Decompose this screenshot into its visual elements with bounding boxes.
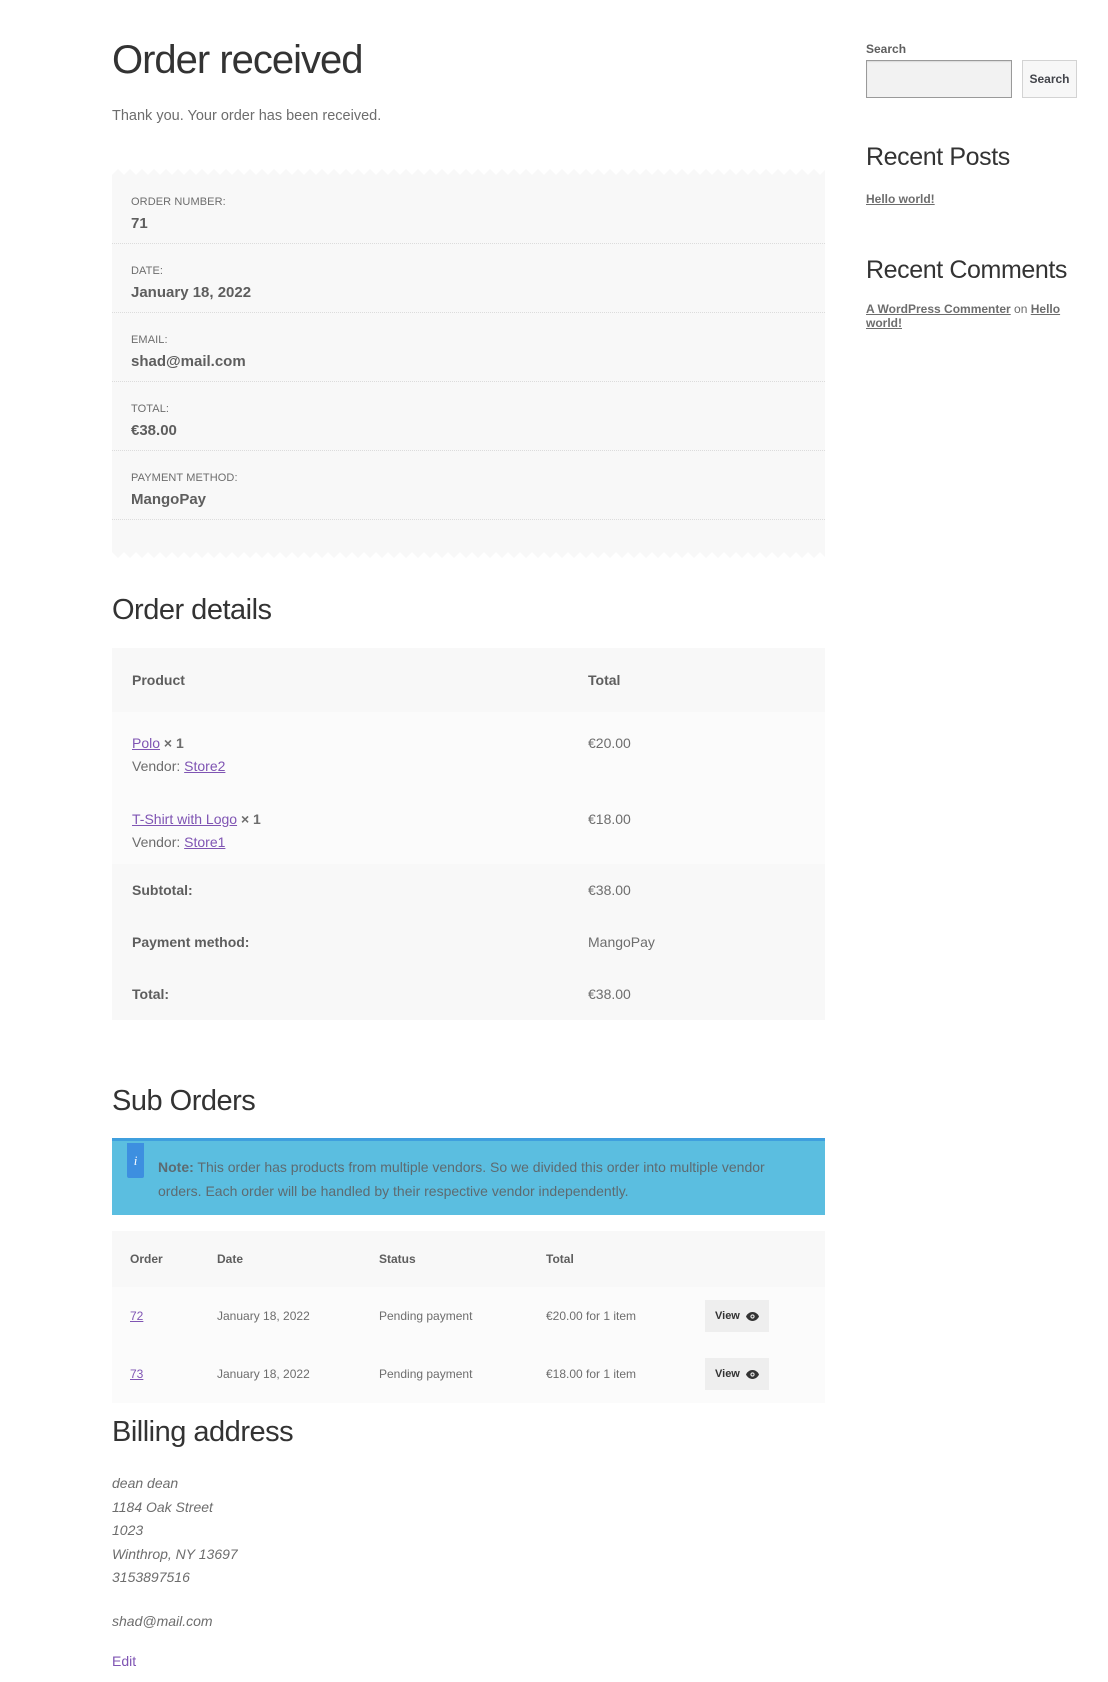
overview-payment-method: Payment method: MangoPay (112, 451, 825, 520)
column-header-product: Product (132, 672, 185, 688)
sub-order-link[interactable]: 73 (130, 1367, 143, 1381)
view-order-button[interactable]: View (705, 1300, 769, 1332)
order-cell: 72 (112, 1287, 217, 1345)
overview-label: Payment method: (131, 472, 238, 484)
payment-method-row: Payment method: MangoPay (112, 916, 825, 968)
totals-value: €38.00 (588, 882, 631, 898)
totals-label: Total: (132, 986, 170, 1002)
product-link[interactable]: Polo (132, 735, 160, 751)
view-button-label: View (715, 1368, 740, 1380)
overview-value: shad@mail.com (131, 353, 246, 370)
eye-icon (745, 1311, 759, 1321)
order-details-table: Product Total Polo × 1 Vendor: Store2 €2… (112, 648, 825, 1020)
overview-value: €38.00 (131, 422, 177, 439)
total-row: Total: €38.00 (112, 968, 825, 1020)
recent-post-link[interactable]: Hello world! (866, 192, 935, 206)
overview-value: 71 (131, 215, 148, 232)
order-status: Pending payment (379, 1367, 473, 1381)
product-cell: Polo × 1 Vendor: Store2 (112, 712, 568, 788)
billing-email: shad@mail.com (112, 1612, 213, 1629)
recent-posts-title: Recent Posts (866, 143, 1010, 171)
recent-comments-title: Recent Comments (866, 256, 1068, 284)
overview-label: Total: (131, 403, 170, 415)
column-header-total: Total (588, 672, 621, 688)
order-actions: View (705, 1345, 825, 1403)
product-total: €20.00 (588, 735, 631, 751)
totals-value: MangoPay (588, 934, 655, 950)
overview-label: Order number: (131, 196, 226, 208)
subtotal-row: Subtotal: €38.00 (112, 864, 825, 916)
search-input[interactable] (866, 60, 1012, 98)
column-header-order: Order (130, 1252, 163, 1266)
vendor-label: Vendor: (132, 758, 181, 774)
product-cell: T-Shirt with Logo × 1 Vendor: Store1 (112, 788, 568, 864)
page-title: Order received (112, 38, 364, 82)
table-row: T-Shirt with Logo × 1 Vendor: Store1 €18… (112, 788, 825, 864)
billing-address-line-2: 1023 (112, 1522, 144, 1538)
product-link[interactable]: T-Shirt with Logo (132, 811, 237, 827)
totals-label: Payment method: (132, 934, 250, 950)
column-header-date: Date (217, 1252, 244, 1266)
edit-address-link[interactable]: Edit (112, 1653, 136, 1669)
search-label: Search (866, 42, 907, 56)
overview-label: Date: (131, 265, 164, 277)
overview-value: January 18, 2022 (131, 284, 252, 301)
order-date: January 18, 2022 (217, 1309, 310, 1323)
sub-order-link[interactable]: 72 (130, 1309, 143, 1323)
table-row: Polo × 1 Vendor: Store2 €20.00 (112, 712, 825, 788)
notice-body: This order has products from multiple ve… (158, 1159, 765, 1199)
view-button-label: View (715, 1310, 740, 1322)
product-quantity: × 1 (240, 811, 261, 827)
zigzag-edge-bottom (112, 552, 825, 560)
overview-date: Date: January 18, 2022 (112, 244, 825, 313)
column-header-status: Status (379, 1252, 416, 1266)
vendor-link[interactable]: Store1 (184, 834, 225, 850)
overview-email: Email: shad@mail.com (112, 313, 825, 382)
totals-value: €38.00 (588, 986, 631, 1002)
eye-icon (745, 1369, 759, 1379)
zigzag-edge-top (112, 167, 825, 175)
vendor-link[interactable]: Store2 (184, 758, 225, 774)
sub-orders-title: Sub Orders (112, 1085, 256, 1117)
table-header-row: Order Date Status Total (112, 1231, 825, 1287)
product-total: €18.00 (588, 811, 631, 827)
billing-address-title: Billing address (112, 1416, 294, 1448)
order-cell: 73 (112, 1345, 217, 1403)
overview-total: Total: €38.00 (112, 382, 825, 451)
notice-text: Note: This order has products from multi… (158, 1155, 808, 1203)
product-quantity: × 1 (163, 735, 184, 751)
view-order-button[interactable]: View (705, 1358, 769, 1390)
order-date: January 18, 2022 (217, 1367, 310, 1381)
billing-phone: 3153897516 (112, 1569, 190, 1585)
billing-city-line: Winthrop, NY 13697 (112, 1545, 238, 1562)
column-header-total: Total (546, 1252, 574, 1266)
comment-author-link[interactable]: A WordPress Commenter (866, 302, 1011, 316)
order-total: €20.00 for 1 item (546, 1309, 637, 1323)
order-details-title: Order details (112, 594, 272, 626)
billing-name: dean dean (112, 1475, 179, 1491)
column-header-actions (705, 1231, 825, 1287)
order-overview: Order number: 71 Date: January 18, 2022 … (112, 167, 825, 560)
thank-you-message: Thank you. Your order has been received. (112, 108, 382, 124)
billing-address-line-1: 1184 Oak Street (112, 1498, 213, 1515)
order-total: €18.00 for 1 item (546, 1367, 637, 1381)
order-actions: View (705, 1287, 825, 1345)
table-row: 72 January 18, 2022 Pending payment €20.… (112, 1287, 825, 1345)
overview-value: MangoPay (131, 491, 207, 508)
sub-orders-table: Order Date Status Total 72 January 18, 2… (112, 1231, 825, 1403)
table-header-row: Product Total (112, 648, 825, 712)
table-row: 73 January 18, 2022 Pending payment €18.… (112, 1345, 825, 1403)
billing-address: dean dean 1184 Oak Street 1023 Winthrop,… (112, 1472, 238, 1633)
notice-label: Note: (158, 1159, 194, 1175)
comment-on-text: on (1014, 302, 1028, 316)
sub-orders-notice: i Note: This order has products from mul… (112, 1138, 825, 1215)
info-icon: i (127, 1143, 144, 1178)
search-button[interactable]: Search (1022, 60, 1077, 98)
overview-label: Email: (131, 334, 168, 346)
order-status: Pending payment (379, 1309, 473, 1323)
overview-order-number: Order number: 71 (112, 175, 825, 244)
recent-comment-item: A WordPress Commenter on Hello world! (866, 302, 1066, 330)
totals-label: Subtotal: (132, 882, 193, 898)
vendor-label: Vendor: (132, 834, 181, 850)
